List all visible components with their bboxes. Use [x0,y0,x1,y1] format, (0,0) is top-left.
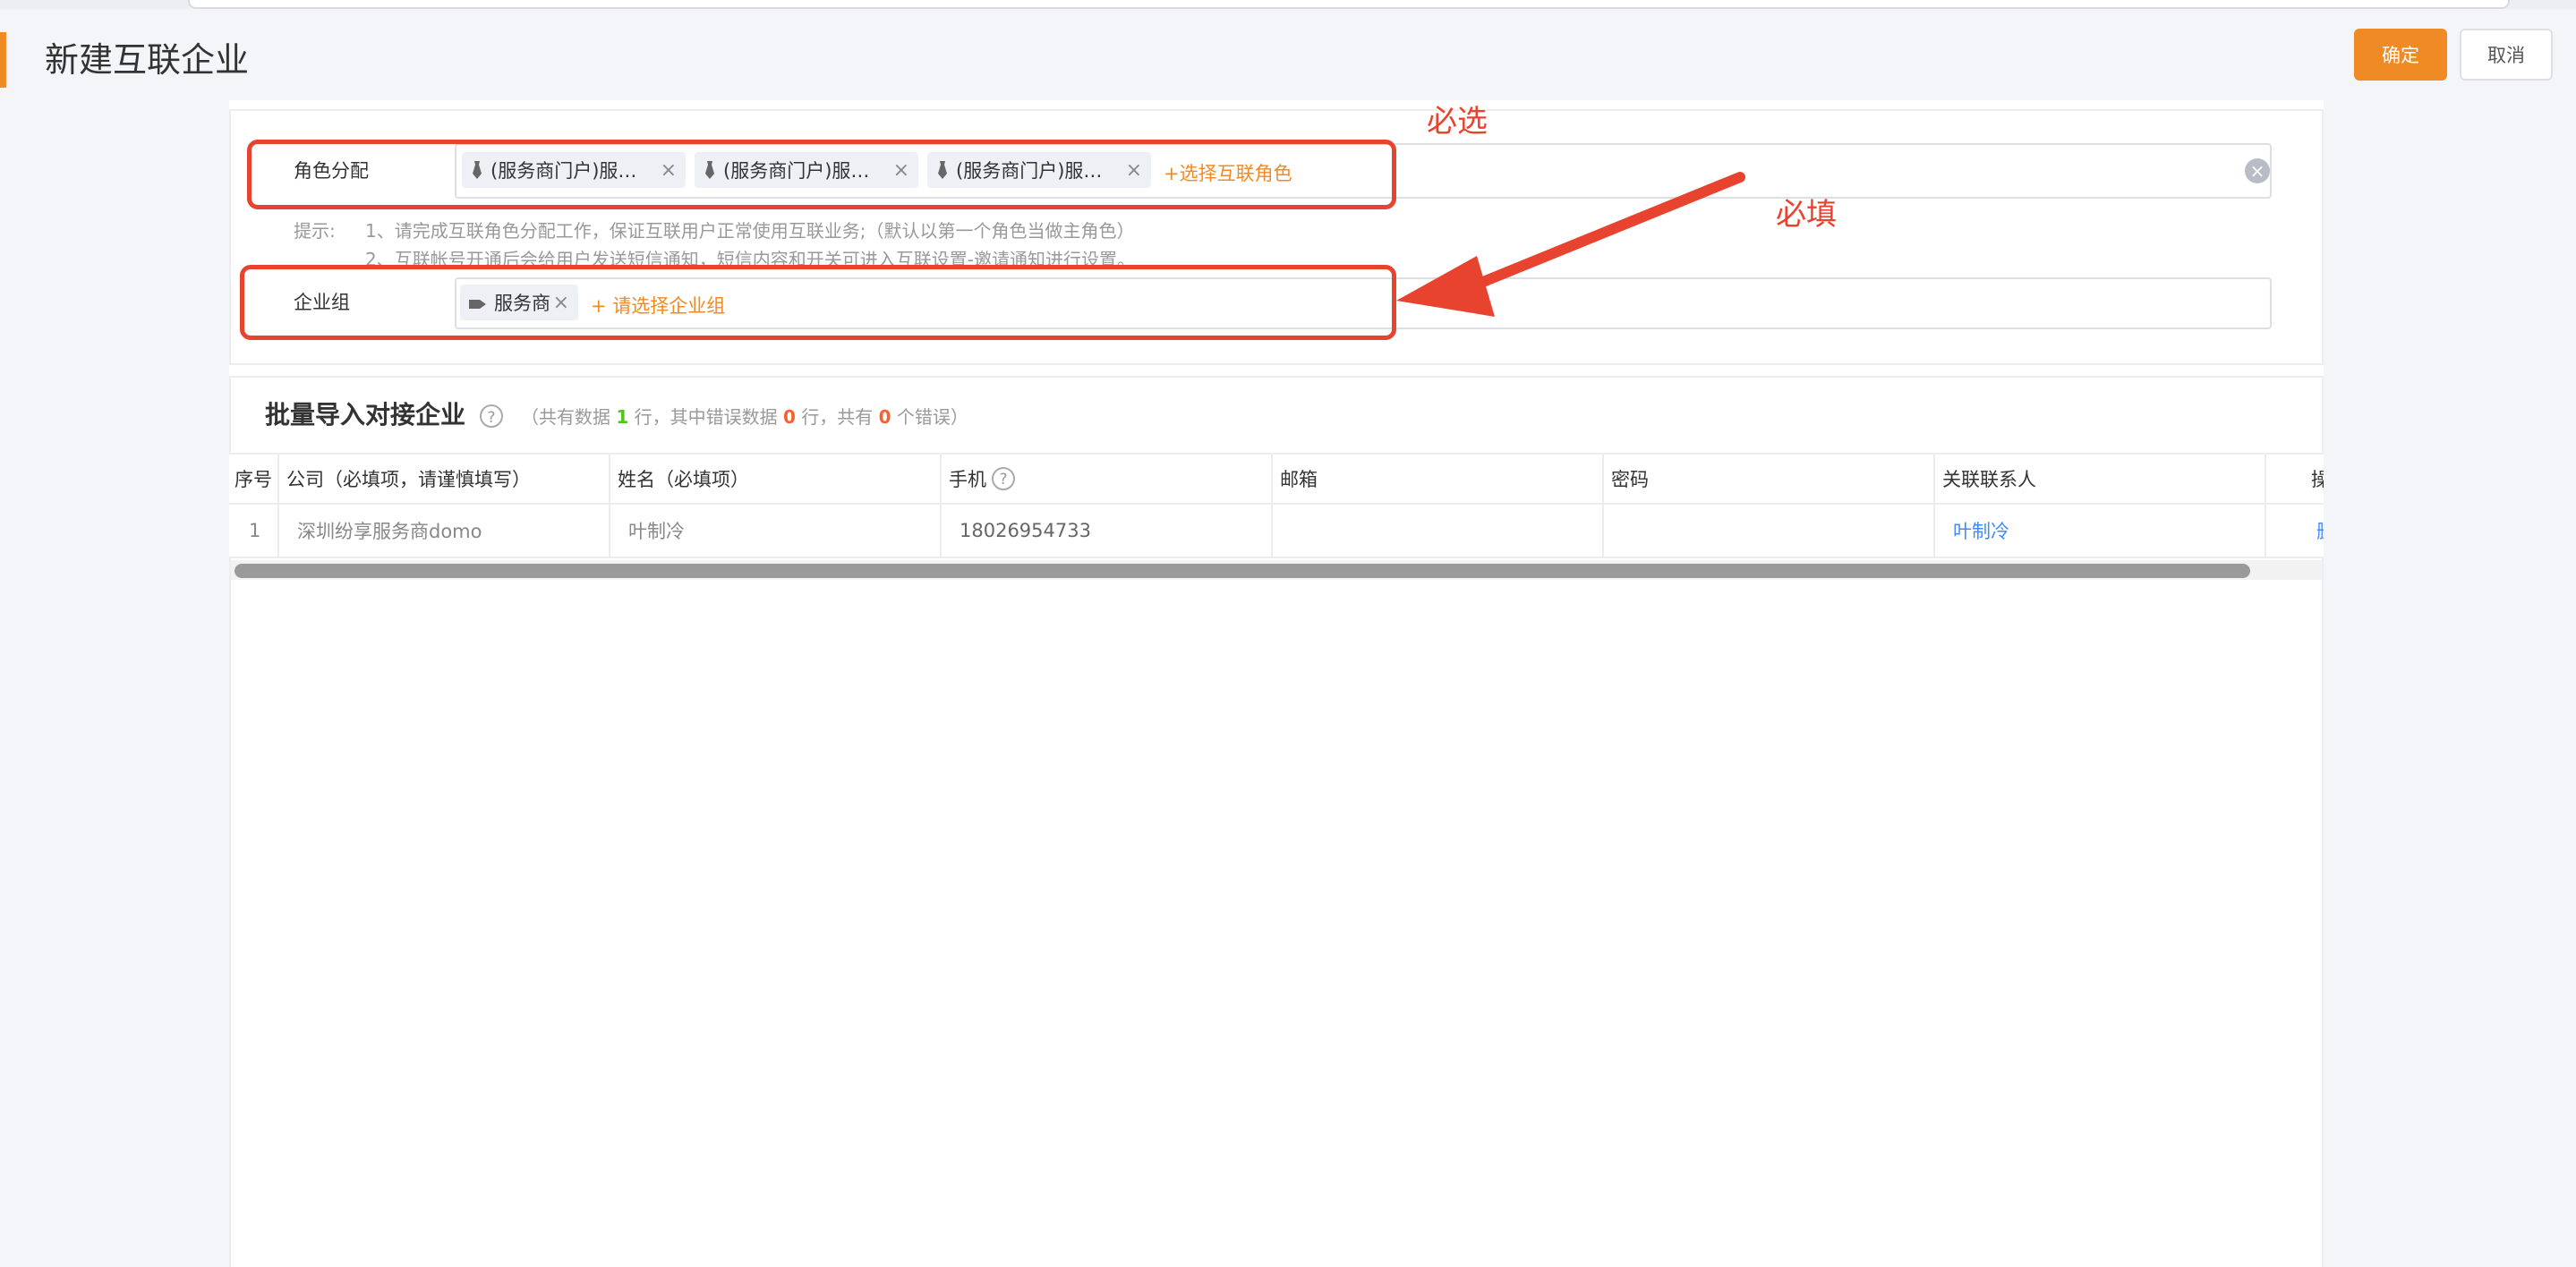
required-select-annotation: 必选 [1427,104,1488,140]
required-group-highlight [240,265,1396,340]
col-header-company: 公司（必填项，请谨慎填写） [279,455,610,503]
cell-index: 1 [229,505,279,557]
col-header-password: 密码 [1604,455,1935,503]
title-accent-bar [0,32,6,88]
col-header-index: 序号 [229,455,279,503]
cell-password[interactable] [1604,505,1935,557]
stats-suffix: 个错误） [896,406,968,428]
cell-name[interactable]: 叶制冷 [610,505,942,557]
col-header-phone: 手机 ? [942,455,1273,503]
help-icon[interactable]: ? [992,467,1015,490]
stats-mid-1: 行，其中错误数据 [634,406,778,428]
col-header-contact: 关联联系人 [1935,455,2266,503]
cell-contact-link[interactable]: 叶制冷 [1935,505,2266,557]
stats-prefix: （共有数据 [521,406,610,428]
arrow-icon [1396,172,1745,317]
import-stats: （共有数据 1 行，其中错误数据 0 行，共有 0 个错误） [521,403,968,429]
col-header-email: 邮箱 [1273,455,1604,503]
total-rows: 1 [616,406,629,428]
col-header-action: 操 [2311,469,2324,490]
address-bar-edge [188,0,2510,9]
cell-company[interactable]: 深圳纷享服务商domo [279,505,610,557]
import-title: 批量导入对接企业 [265,400,466,429]
table-row: 1 深圳纷享服务商domo 叶制冷 18026954733 叶制冷 删 [229,505,2324,558]
delete-link[interactable]: 删 [2266,505,2324,557]
hint-line-2: 2、互联帐号开通后会给用户发送短信通知，短信内容和开关可进入互联设置-邀请通知进… [365,249,1135,265]
required-role-highlight [247,140,1396,209]
browser-top-strip [0,0,2576,9]
confirm-button[interactable]: 确定 [2354,29,2447,81]
clear-icon[interactable]: × [2245,158,2270,183]
cancel-button[interactable]: 取消 [2460,29,2553,81]
error-count: 0 [878,406,891,428]
hint-line-1: 1、请完成互联角色分配工作，保证互联用户正常使用互联业务;（默认以第一个角色当做… [365,220,1135,242]
table-header: 序号 公司（必填项，请谨慎填写） 姓名（必填项） 手机 ? 邮箱 密码 关联联系… [229,453,2324,505]
error-rows: 0 [783,406,796,428]
col-header-phone-label: 手机 [949,469,986,490]
cell-email[interactable] [1273,505,1604,557]
hint-prefix: 提示: [294,220,336,242]
required-fill-annotation: 必填 [1776,197,1837,233]
help-icon[interactable]: ? [480,404,503,428]
stats-mid-2: 行，共有 [801,406,874,428]
page-header: 新建互联企业 [0,9,2576,100]
cell-phone[interactable]: 18026954733 [942,505,1273,557]
scrollbar-thumb[interactable] [235,564,2250,578]
page-title: 新建互联企业 [45,40,250,80]
col-header-name: 姓名（必填项） [610,455,942,503]
